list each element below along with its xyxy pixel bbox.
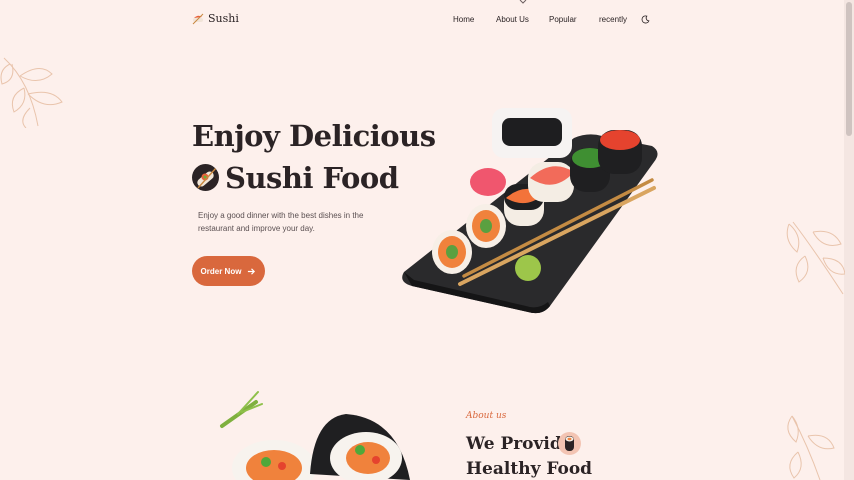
moon-icon[interactable] xyxy=(641,15,650,24)
sushi-roll-icon xyxy=(197,167,217,189)
order-now-label: Order Now xyxy=(200,266,242,276)
scrollbar-thumb[interactable] xyxy=(846,2,852,136)
hero-description: Enjoy a good dinner with the best dishes… xyxy=(198,211,364,233)
nav-link-recently[interactable]: recently xyxy=(599,15,627,24)
logo[interactable]: Sushi xyxy=(192,12,239,25)
sushi-logo-icon xyxy=(192,13,204,24)
sushi-plate-image xyxy=(402,108,658,314)
leaf-decoration-icon xyxy=(0,57,63,128)
nav-link-home[interactable]: Home xyxy=(453,15,474,24)
about-title-line2: Healthy Food xyxy=(466,459,593,479)
sushi-roll-badge xyxy=(192,164,219,191)
page-scrollbar[interactable] xyxy=(844,0,854,480)
arrow-right-icon xyxy=(248,267,256,275)
logo-text: Sushi xyxy=(208,12,239,25)
sushi-rolls-image xyxy=(220,391,410,480)
nav-link-popular[interactable]: Popular xyxy=(549,15,577,24)
about-kicker: About us xyxy=(466,411,507,421)
sushi-roll-icon xyxy=(565,436,574,451)
leaf-decoration-icon xyxy=(786,221,845,295)
nav-link-about-us[interactable]: About Us xyxy=(496,15,529,24)
sushi-roll-badge xyxy=(558,432,581,455)
about-title-line1: We Provide xyxy=(466,434,573,454)
site-header: Sushi Home About Us Popular recently xyxy=(0,0,844,42)
leaf-decoration-icon xyxy=(787,415,835,480)
hero-title-line2: Sushi Food xyxy=(225,161,399,195)
order-now-button[interactable]: Order Now xyxy=(192,256,265,286)
